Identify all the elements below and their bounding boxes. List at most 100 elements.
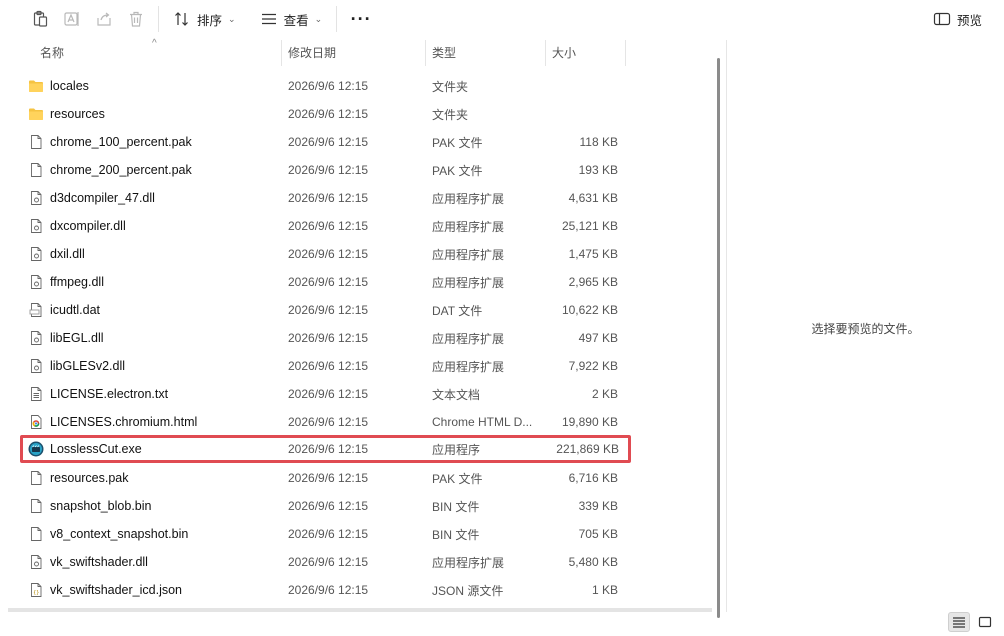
file-type: BIN 文件 bbox=[432, 499, 480, 514]
column-header-size-label: 大小 bbox=[552, 46, 577, 60]
vertical-scrollbar[interactable] bbox=[712, 40, 726, 618]
file-row[interactable]: dxil.dll 2026/9/6 12:15 应用程序扩展 1,475 KB bbox=[20, 240, 630, 268]
column-header-name-label: 名称 bbox=[40, 46, 65, 60]
file-name-cell: locales bbox=[28, 78, 89, 94]
file-row[interactable]: resources 2026/9/6 12:15 文件夹 bbox=[20, 100, 630, 128]
file-name-cell: resources bbox=[28, 106, 105, 122]
toolbar-separator bbox=[336, 6, 338, 32]
file-date: 2026/9/6 12:15 bbox=[288, 219, 369, 233]
delete-button[interactable] bbox=[120, 4, 152, 34]
file-row[interactable]: LICENSES.chromium.html 2026/9/6 12:15 Chro… bbox=[20, 408, 630, 436]
column-headers: 名称 ^ 修改日期 类型 大小 bbox=[0, 38, 710, 66]
details-view-button[interactable] bbox=[948, 612, 970, 632]
column-header-date[interactable]: 修改日期 bbox=[282, 40, 426, 66]
file-row[interactable]: LosslessCut.exe 2026/9/6 12:15 应用程序 221,869… bbox=[20, 435, 631, 463]
file-type: 应用程序扩展 bbox=[432, 275, 505, 290]
column-header-date-label: 修改日期 bbox=[288, 46, 337, 60]
file-row[interactable]: v8_context_snapshot.bin 2026/9/6 12:15 BIN… bbox=[20, 520, 630, 548]
file-type: 应用程序扩展 bbox=[432, 191, 505, 206]
file-row[interactable]: resources.pak 2026/9/6 12:15 PAK 文件 6,716 K… bbox=[20, 464, 630, 492]
file-date: 2026/9/6 12:15 bbox=[288, 303, 369, 317]
file-size: 4,631 KB bbox=[568, 191, 618, 205]
sort-dropdown[interactable]: 排序 ⌄ bbox=[165, 4, 244, 34]
file-name: d3dcompiler_47.dll bbox=[50, 191, 155, 205]
file-type: PAK 文件 bbox=[432, 135, 483, 150]
svg-text:{}: {} bbox=[33, 590, 39, 596]
file-name-cell: LICENSES.chromium.html bbox=[28, 414, 197, 430]
file-type: Chrome HTML D... bbox=[432, 415, 533, 429]
file-date: 2026/9/6 12:15 bbox=[288, 79, 369, 93]
file-name-cell: LosslessCut.exe bbox=[28, 441, 142, 457]
file-date: 2026/9/6 12:15 bbox=[288, 331, 369, 345]
file-size: 1,475 KB bbox=[568, 247, 618, 261]
file-name-cell: libGLESv2.dll bbox=[28, 358, 125, 374]
file-type: BIN 文件 bbox=[432, 527, 480, 542]
file-name-cell: vk_swiftshader.dll bbox=[28, 554, 148, 570]
file-name: vk_swiftshader.dll bbox=[50, 555, 148, 569]
file-date: 2026/9/6 12:15 bbox=[288, 471, 369, 485]
file-date: 2026/9/6 12:15 bbox=[288, 247, 369, 261]
file-row[interactable]: icudtl.dat 2026/9/6 12:15 DAT 文件 10,622 KB bbox=[20, 296, 630, 324]
chevron-down-icon: ⌄ bbox=[314, 13, 323, 24]
dll-icon bbox=[28, 554, 44, 570]
more-label: ··· bbox=[350, 8, 372, 29]
dll-icon bbox=[28, 190, 44, 206]
file-name: libEGL.dll bbox=[50, 331, 104, 345]
command-bar: 排序 ⌄ 查看 ⌄ ··· 预览 bbox=[0, 0, 1004, 38]
preview-pane-button[interactable]: 预览 bbox=[933, 4, 982, 34]
file-name: dxil.dll bbox=[50, 247, 85, 261]
view-list-icon bbox=[261, 13, 276, 25]
file-row[interactable]: ffmpeg.dll 2026/9/6 12:15 应用程序扩展 2,965 KB bbox=[20, 268, 630, 296]
file-name: LosslessCut.exe bbox=[50, 442, 142, 456]
file-row[interactable]: {} vk_swiftshader_icd.json 2026/9/6 12:15 J… bbox=[20, 576, 630, 604]
file-date: 2026/9/6 12:15 bbox=[288, 191, 369, 205]
file-date: 2026/9/6 12:15 bbox=[288, 359, 369, 373]
file-row[interactable]: LICENSE.electron.txt 2026/9/6 12:15 文本文档 2 … bbox=[20, 380, 630, 408]
file-row[interactable]: d3dcompiler_47.dll 2026/9/6 12:15 应用程序扩展 4,… bbox=[20, 184, 630, 212]
details-view-icon bbox=[953, 617, 965, 628]
file-date: 2026/9/6 12:15 bbox=[288, 275, 369, 289]
view-toggles bbox=[948, 612, 996, 632]
file-name: vk_swiftshader_icd.json bbox=[50, 583, 183, 597]
text-file-icon bbox=[28, 386, 44, 402]
file-name: dxcompiler.dll bbox=[50, 219, 126, 233]
paste-button[interactable] bbox=[24, 4, 56, 34]
file-row[interactable]: dxcompiler.dll 2026/9/6 12:15 应用程序扩展 25,121… bbox=[20, 212, 630, 240]
file-size: 497 KB bbox=[578, 331, 618, 345]
file-name-cell: ffmpeg.dll bbox=[28, 274, 104, 290]
file-date: 2026/9/6 12:15 bbox=[288, 163, 369, 177]
scrollbar-thumb[interactable] bbox=[717, 58, 720, 618]
file-name-cell: snapshot_blob.bin bbox=[28, 498, 151, 514]
horizontal-scrollbar[interactable] bbox=[8, 608, 712, 612]
file-size: 1 KB bbox=[591, 583, 618, 597]
column-header-name[interactable]: 名称 bbox=[34, 40, 282, 66]
file-row[interactable]: chrome_200_percent.pak 2026/9/6 12:15 PAK … bbox=[20, 156, 630, 184]
column-header-type[interactable]: 类型 bbox=[426, 40, 546, 66]
file-row[interactable]: snapshot_blob.bin 2026/9/6 12:15 BIN 文件 339… bbox=[20, 492, 630, 520]
view-dropdown[interactable]: 查看 ⌄ bbox=[252, 4, 331, 34]
file-name-cell: chrome_200_percent.pak bbox=[28, 162, 192, 178]
rename-button[interactable] bbox=[56, 4, 88, 34]
file-name: v8_context_snapshot.bin bbox=[50, 527, 189, 541]
more-options-button[interactable]: ··· bbox=[343, 4, 379, 34]
file-row[interactable]: locales 2026/9/6 12:15 文件夹 bbox=[20, 72, 630, 100]
share-button[interactable] bbox=[88, 4, 120, 34]
file-type: 应用程序 bbox=[432, 442, 481, 457]
file-row[interactable]: chrome_100_percent.pak 2026/9/6 12:15 PAK … bbox=[20, 128, 630, 156]
file-name-cell: d3dcompiler_47.dll bbox=[28, 190, 155, 206]
tiles-view-button[interactable] bbox=[974, 612, 996, 632]
file-type: 应用程序扩展 bbox=[432, 219, 505, 234]
dat-icon bbox=[28, 302, 44, 318]
file-row[interactable]: libEGL.dll 2026/9/6 12:15 应用程序扩展 497 KB bbox=[20, 324, 630, 352]
file-row[interactable]: vk_swiftshader.dll 2026/9/6 12:15 应用程序扩展 5,… bbox=[20, 548, 630, 576]
file-name: LICENSES.chromium.html bbox=[50, 415, 198, 429]
column-header-type-label: 类型 bbox=[432, 46, 457, 60]
file-name-cell: icudtl.dat bbox=[28, 302, 100, 318]
preview-pane-icon bbox=[933, 12, 951, 26]
file-row[interactable]: libGLESv2.dll 2026/9/6 12:15 应用程序扩展 7,922 K… bbox=[20, 352, 630, 380]
file-date: 2026/9/6 12:15 bbox=[288, 555, 369, 569]
trash-icon bbox=[130, 11, 142, 27]
file-date: 2026/9/6 12:15 bbox=[288, 442, 369, 456]
file-name-cell: v8_context_snapshot.bin bbox=[28, 526, 188, 542]
column-header-size[interactable]: 大小 bbox=[546, 40, 626, 66]
